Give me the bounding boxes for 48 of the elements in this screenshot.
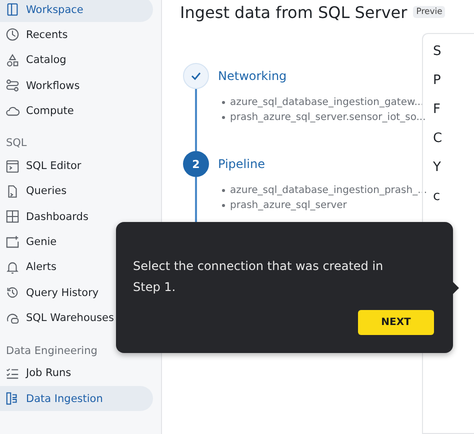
- panel-text: P: [433, 73, 442, 88]
- history-icon: [5, 285, 20, 300]
- sidebar-item[interactable]: Catalog: [0, 48, 153, 73]
- step-detail: prash_azure_sql_server: [230, 200, 347, 211]
- tooltip-text: Select the connection that was created in Step 1.: [133, 258, 384, 296]
- panel-text: S: [433, 44, 442, 59]
- sparkle-box-icon: [5, 234, 20, 250]
- page-title: Ingest data from SQL Server: [180, 2, 408, 22]
- sidebar-item[interactable]: SQL Editor: [0, 153, 153, 179]
- panel-text: F: [433, 102, 442, 117]
- sidebar-item[interactable]: Dashboards: [0, 204, 153, 230]
- clock-icon: [5, 27, 20, 42]
- ingestion-icon: [5, 391, 20, 406]
- sidebar-item[interactable]: Compute: [0, 98, 153, 124]
- preview-badge: Previe: [413, 6, 446, 18]
- sidebar-item[interactable]: Data Ingestion: [0, 386, 153, 412]
- panel-text: Y: [433, 160, 442, 175]
- bullet-icon: [222, 116, 225, 119]
- sidebar-item[interactable]: Workspace: [0, 0, 153, 22]
- workflow-icon: [5, 78, 20, 94]
- bullet-icon: [222, 189, 225, 192]
- step-detail: azure_sql_database_ingestion_gatew...: [230, 97, 424, 108]
- step-title[interactable]: Pipeline: [218, 151, 428, 177]
- grid-icon: [5, 209, 20, 224]
- next-button[interactable]: NEXT: [358, 310, 434, 335]
- sidebar-item[interactable]: SQL Warehouses: [0, 305, 153, 331]
- step-marker: 2: [183, 151, 209, 177]
- step-detail: prash_azure_sql_server.sensor_iot_so...: [230, 112, 426, 123]
- sidebar-item[interactable]: Job Runs: [0, 360, 153, 386]
- sidebar-item[interactable]: Recents: [0, 22, 153, 48]
- section-heading: SQL: [5, 136, 28, 152]
- section-heading: Data Engineering: [5, 344, 98, 359]
- sidebar-item[interactable]: Queries: [0, 178, 153, 204]
- editor-icon: [5, 158, 20, 174]
- sidebar-item[interactable]: Workflows: [0, 72, 153, 98]
- panel-text: C: [433, 131, 444, 146]
- panel-icon: [5, 2, 20, 18]
- check-icon: [190, 70, 202, 82]
- file-icon: [5, 184, 20, 199]
- panel-text: c: [433, 189, 442, 204]
- shapes-icon: [5, 52, 20, 68]
- bullet-icon: [222, 101, 225, 104]
- checklist-icon: [5, 366, 20, 381]
- step-detail: azure_sql_database_ingestion_prash_...: [230, 185, 428, 196]
- bullet-icon: [222, 204, 225, 207]
- sidebar-item[interactable]: Genie: [0, 229, 153, 255]
- bell-icon: [5, 260, 20, 275]
- step-title[interactable]: Networking: [218, 63, 426, 89]
